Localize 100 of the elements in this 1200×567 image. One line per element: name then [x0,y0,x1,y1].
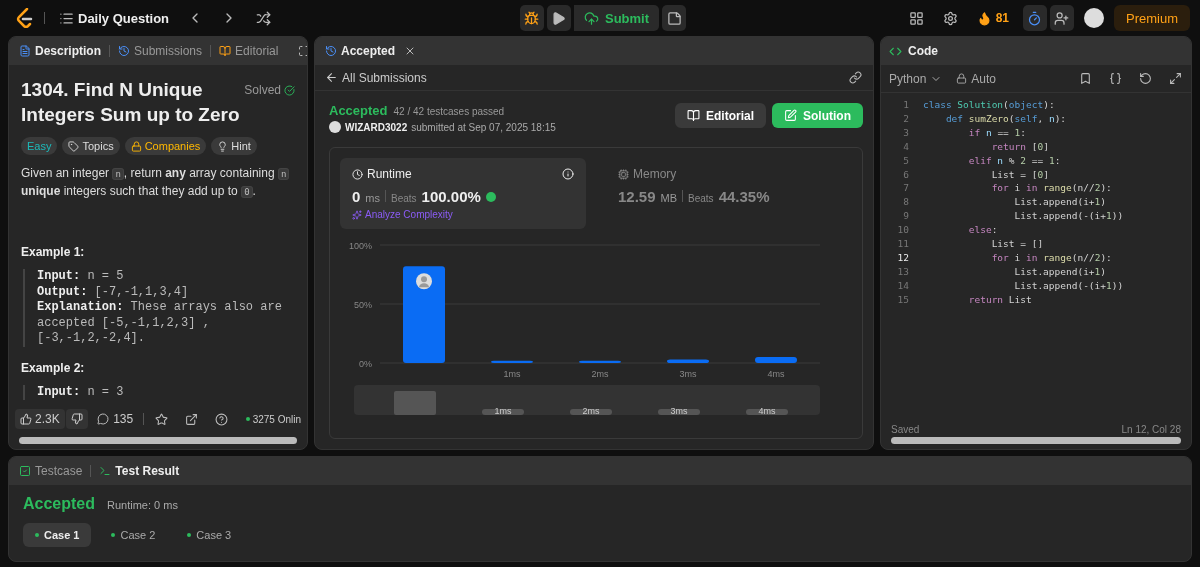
run-button[interactable] [546,5,571,31]
tag-chip[interactable]: Hint [211,137,257,155]
shuffle-icon [255,10,271,26]
auto-mode-toggle[interactable]: Auto [952,65,1001,92]
code-line[interactable]: class Solution(object): [923,98,1055,112]
code-line[interactable]: return [0] [923,139,1049,154]
code-line[interactable]: for i in range(n//2): [923,250,1112,265]
runtime-label: Runtime [367,167,412,181]
line-number: 13 [896,264,909,279]
logo-icon[interactable] [16,8,34,28]
username[interactable]: WIZARD3022 [345,121,408,133]
external-link-icon [185,412,199,426]
language-dropdown[interactable]: Python [885,65,947,92]
memory-unit: MB [660,192,678,204]
example-line: Output: [-7,-1,1,3,4] [37,284,190,300]
panel-tab[interactable]: Test Result [97,464,182,478]
premium-button[interactable]: Premium [1114,5,1190,31]
memory-value: 12.59 [618,188,656,205]
list-icon [59,10,74,26]
avatar-icon [416,273,432,290]
comments-button[interactable]: 135 [93,406,137,432]
timer-icon [1027,10,1043,26]
tag-chip[interactable]: Easy [21,137,58,155]
note-icon [666,10,682,26]
scrollbar[interactable] [19,437,297,444]
example-line: Input: n = 3 [37,384,125,400]
panel-tab[interactable]: Submissions [116,44,205,58]
history-icon [325,45,337,57]
debug-button[interactable] [519,5,544,31]
code-line[interactable]: List.append(i+1) [923,264,1107,279]
code-line[interactable]: List = [] [923,237,1044,251]
example-heading: Example 2: [21,360,86,375]
line-number: 14 [896,278,909,293]
tag-chip[interactable]: Topics [62,137,120,155]
editorial-button[interactable]: Editorial [675,103,766,128]
scrollbar[interactable] [891,437,1181,444]
code-line[interactable]: for i in range(n//2): [923,181,1112,196]
panel-tab[interactable]: Testcase [17,464,85,478]
chart-bar [491,360,533,363]
axis-label: 3ms [679,369,697,379]
memory-card[interactable]: Memory 12.59 MB Beats 44.35% [606,158,852,229]
code-line[interactable]: else: [923,223,998,238]
add-user-button[interactable] [1050,5,1074,31]
result-runtime: Runtime: 0 ms [107,499,178,511]
play-icon [551,10,567,26]
tag-chip[interactable]: Companies [124,137,207,155]
example-line: accepted [-5,-1,1,2,3] , [37,315,211,331]
streak-button[interactable]: 81 [972,5,1013,31]
line-number: 1 [902,98,909,112]
code-line[interactable]: elif n % 2 == 1: [923,153,1061,168]
case-tab[interactable]: Case 1 [23,523,92,547]
axis-label: 1ms [494,406,512,416]
example-heading: Example 1: [21,245,86,259]
panel-tab[interactable]: Accepted [323,44,398,58]
runtime-value: 0 [352,188,361,205]
result-status: Accepted [23,495,96,513]
avatar[interactable] [1084,8,1104,28]
add-user-icon [1054,10,1070,26]
line-number: 6 [902,167,909,182]
online-count: 3275 Onlin [252,413,301,425]
timer-button[interactable] [1023,5,1047,31]
lightbulb-icon [217,140,229,152]
line-number: 4 [902,139,909,154]
code-line[interactable]: return List [923,292,1032,307]
code-line[interactable]: if n == 1: [923,125,1026,140]
memory-label: Memory [633,167,677,181]
code-line[interactable]: List.append(-(i+1)) [923,278,1124,293]
case-tab[interactable]: Case 3 [175,523,244,547]
beats-label: Beats [391,193,417,204]
book-icon [687,109,700,122]
dislike-button[interactable] [65,409,88,429]
panel-tab[interactable]: Editorial [217,44,281,58]
panel-tab[interactable]: Description [17,44,103,58]
chip-icon [618,168,629,180]
runtime-unit: ms [365,192,380,204]
bug-icon [524,10,540,26]
problem-list-button[interactable]: Daily Question [55,5,174,31]
axis-label: 0% [359,359,372,369]
code-line[interactable]: List.append(-(i+1)) [923,209,1124,224]
note-button[interactable] [662,5,687,31]
flame-icon [976,10,992,26]
axis-label: 4ms [767,369,785,379]
testcases-passed: 42 / 42 testcases passed [393,106,505,117]
code-line[interactable]: List.append(i+1) [923,195,1107,210]
back-link[interactable]: All Submissions [321,64,431,91]
info-icon[interactable] [562,168,574,180]
case-tab[interactable]: Case 2 [99,523,168,547]
panel-title: Code [908,44,938,58]
code-line[interactable]: List = [0] [923,167,1049,182]
history-icon [118,45,130,57]
example-line: Explanation: These arrays also are [37,300,283,316]
lock-icon [956,73,968,84]
line-number: 12 [896,250,909,265]
submit-button[interactable]: Submit [573,5,660,31]
clap-icon [485,191,496,202]
runtime-card[interactable]: Runtime 0 ms Beats 100.00% Analyze Complexity [340,158,586,229]
code-line[interactable]: def sumZero(self, n): [923,111,1067,126]
axis-label: 4ms [758,406,776,416]
like-button[interactable]: 2.3K [15,409,65,429]
axis-label: 100% [348,241,372,251]
